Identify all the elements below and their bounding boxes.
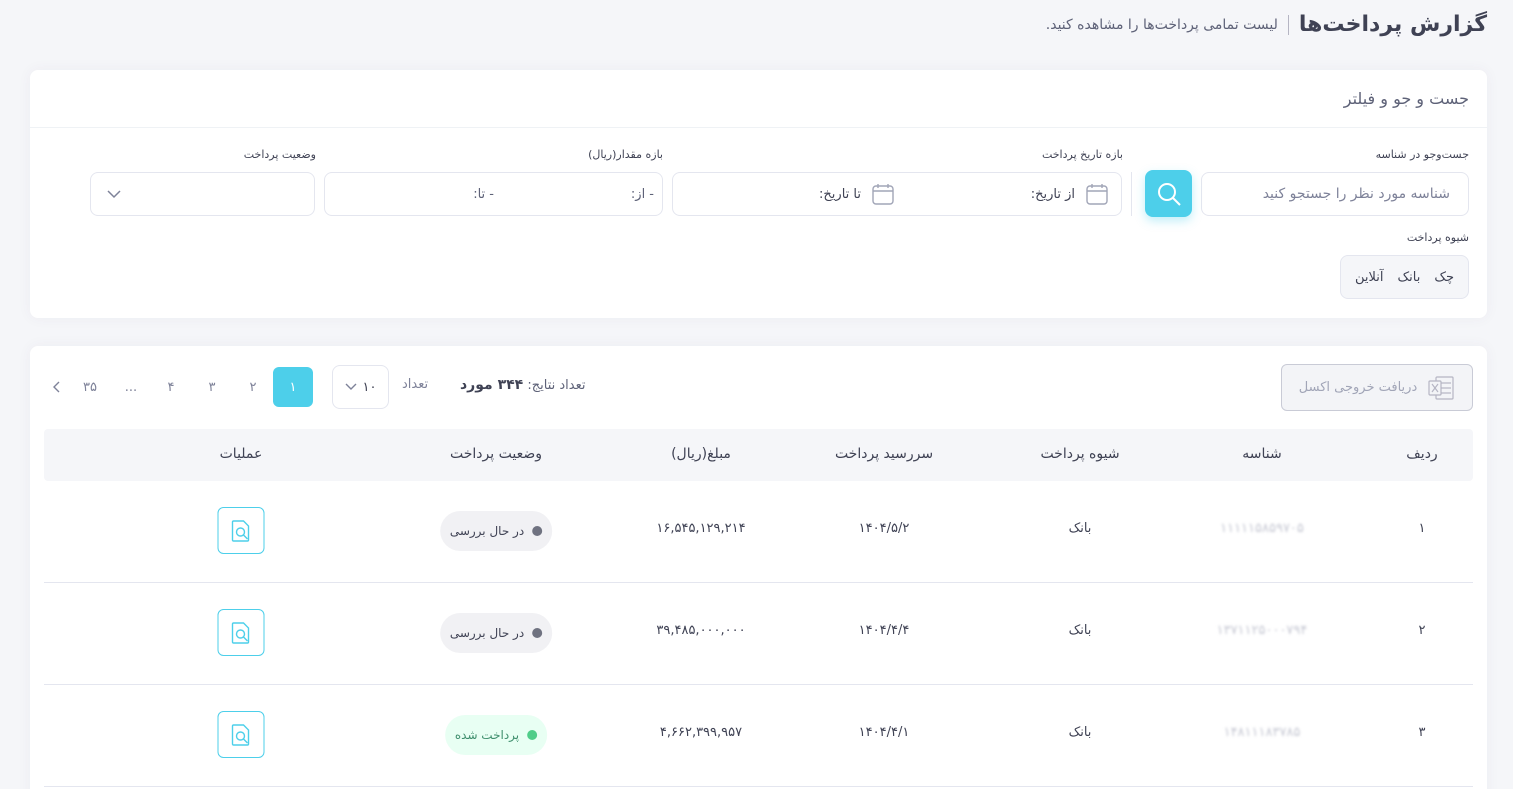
status-text: در حال بررسی [449,626,525,640]
col-actions: عملیات [219,446,263,462]
date-from[interactable]: از تاریخ: [1031,182,1109,206]
page-3[interactable]: ۳ [192,367,232,407]
table-row: ۲ ۱۳۷۱۱۲۵۰۰۰۷۹۴ بانک ۱۴۰۴/۴/۴ ۳۹,۴۸۵,۰۰۰… [44,583,1473,685]
row-due-date: ۱۴۰۴/۴/۱ [858,725,910,740]
excel-export-button[interactable]: دریافت خروجی اکسل [1281,364,1473,411]
page-4[interactable]: ۴ [151,367,191,407]
filter-card-title: جست و جو و فیلتر [1343,89,1469,108]
col-id: شناسه [1242,446,1282,462]
filter-divider [1131,172,1132,216]
row-amount: ۴,۶۶۲,۳۹۹,۹۵۷ [659,725,743,740]
col-method: شیوه پرداخت [1040,446,1120,462]
row-method: بانک [1068,521,1092,536]
results-count-value: ۳۴۴ مورد [460,377,524,393]
row-method: بانک [1068,623,1092,638]
view-details-button[interactable] [217,711,265,758]
row-due-date: ۱۴۰۴/۴/۴ [858,623,910,638]
search-icon [1157,182,1181,206]
row-method: بانک [1068,725,1092,740]
page-size-label: تعداد [402,377,429,392]
row-id: ۱۱۱۱۱۵۸۵۹۷۰۵ [1220,521,1304,536]
col-amount: مبلغ(ریال) [671,446,731,462]
search-input[interactable] [1202,186,1468,202]
page-2[interactable]: ۲ [233,367,273,407]
results-count: تعداد نتایج: ۳۴۴ مورد [460,377,586,393]
date-range-field[interactable]: از تاریخ: تا تاریخ: [672,172,1122,216]
chevron-down-icon [107,190,121,199]
method-option-bank[interactable]: بانک [1397,270,1420,285]
amount-range-field[interactable]: - از: - تا: [324,172,663,216]
status-badge: در حال بررسی [439,613,553,653]
calendar-icon [1086,184,1108,205]
row-amount: ۱۶,۵۴۵,۱۲۹,۲۱۴ [656,521,746,536]
document-search-icon [231,621,249,644]
row-index: ۱ [1418,521,1426,536]
search-label: جست‌وجو در شناسه [1375,148,1469,161]
chevron-down-icon [345,383,357,390]
row-index: ۲ [1418,623,1426,638]
status-select[interactable] [90,172,315,216]
method-option-check[interactable]: چک [1434,270,1454,285]
filter-card-header: جست و جو و فیلتر [30,70,1487,128]
page-size-value: ۱۰ [362,379,377,395]
document-search-icon [231,723,249,746]
status-dot [527,730,538,740]
page-1[interactable]: ۱ [273,367,313,407]
row-amount: ۳۹,۴۸۵,۰۰۰,۰۰۰ [656,623,746,638]
search-button[interactable] [1145,170,1192,217]
col-status: وضعیت پرداخت [450,446,542,462]
calendar-icon [872,184,894,205]
results-card: دریافت خروجی اکسل تعداد نتایج: ۳۴۴ مورد … [30,346,1487,789]
amount-to-label: - تا: [473,186,494,202]
filter-card: جست و جو و فیلتر جست‌وجو در شناسه بازه ت… [30,70,1487,318]
date-from-label: از تاریخ: [1030,186,1075,202]
page-title: گزارش پرداخت‌ها [1298,12,1487,37]
status-select-label: وضعیت پرداخت [243,148,316,161]
col-due-date: سررسید پرداخت [834,446,934,462]
status-text: در حال بررسی [449,524,525,538]
excel-file-icon [1428,375,1454,400]
date-to[interactable]: تا تاریخ: [819,182,895,206]
status-text: پرداخت شده [454,728,520,742]
search-field[interactable] [1201,172,1469,216]
view-details-button[interactable] [217,609,265,656]
document-search-icon [231,519,249,542]
page-35[interactable]: ۳۵ [70,367,110,407]
status-badge: در حال بررسی [439,511,553,551]
view-details-button[interactable] [217,507,265,554]
date-range-label: بازه تاریخ پرداخت [1041,148,1123,161]
table-row: ۳ ۱۴۸۱۱۱۸۳۷۸۵ بانک ۱۴۰۴/۴/۱ ۴,۶۶۲,۳۹۹,۹۵… [44,685,1473,787]
row-index: ۳ [1418,725,1426,740]
status-dot [532,628,543,638]
table-row: ۱ ۱۱۱۱۱۵۸۵۹۷۰۵ بانک ۱۴۰۴/۵/۲ ۱۶,۵۴۵,۱۲۹,… [44,481,1473,583]
chevron-left-icon [53,381,60,393]
page-header: گزارش پرداخت‌ها لیست تمامی پرداخت‌ها را … [1046,12,1487,37]
status-badge: پرداخت شده [444,715,548,755]
date-to-label: تا تاریخ: [819,186,861,202]
next-page-button[interactable] [38,367,74,407]
payment-method-group: چک بانک آنلاین [1339,255,1469,299]
results-count-label: تعداد نتایج: [527,378,586,393]
row-due-date: ۱۴۰۴/۵/۲ [858,521,910,536]
table-header: ردیف شناسه شیوه پرداخت سررسید پرداخت مبل… [44,429,1473,481]
page-ellipsis: ... [124,379,138,395]
amount-from-label: - از: [630,186,654,202]
status-dot [532,526,543,536]
method-option-online[interactable]: آنلاین [1355,270,1384,285]
amount-range-label: بازه مقدار(ریال) [588,148,663,161]
payment-method-label: شیوه پرداخت [1406,231,1469,244]
col-index: ردیف [1406,446,1438,462]
row-id: ۱۳۷۱۱۲۵۰۰۰۷۹۴ [1216,623,1308,638]
page-size-select[interactable]: ۱۰ [332,365,389,409]
title-divider [1287,14,1289,35]
page-subtitle: لیست تمامی پرداخت‌ها را مشاهده کنید. [1045,16,1278,33]
excel-export-label: دریافت خروجی اکسل [1298,380,1418,395]
row-id: ۱۴۸۱۱۱۸۳۷۸۵ [1223,725,1301,740]
